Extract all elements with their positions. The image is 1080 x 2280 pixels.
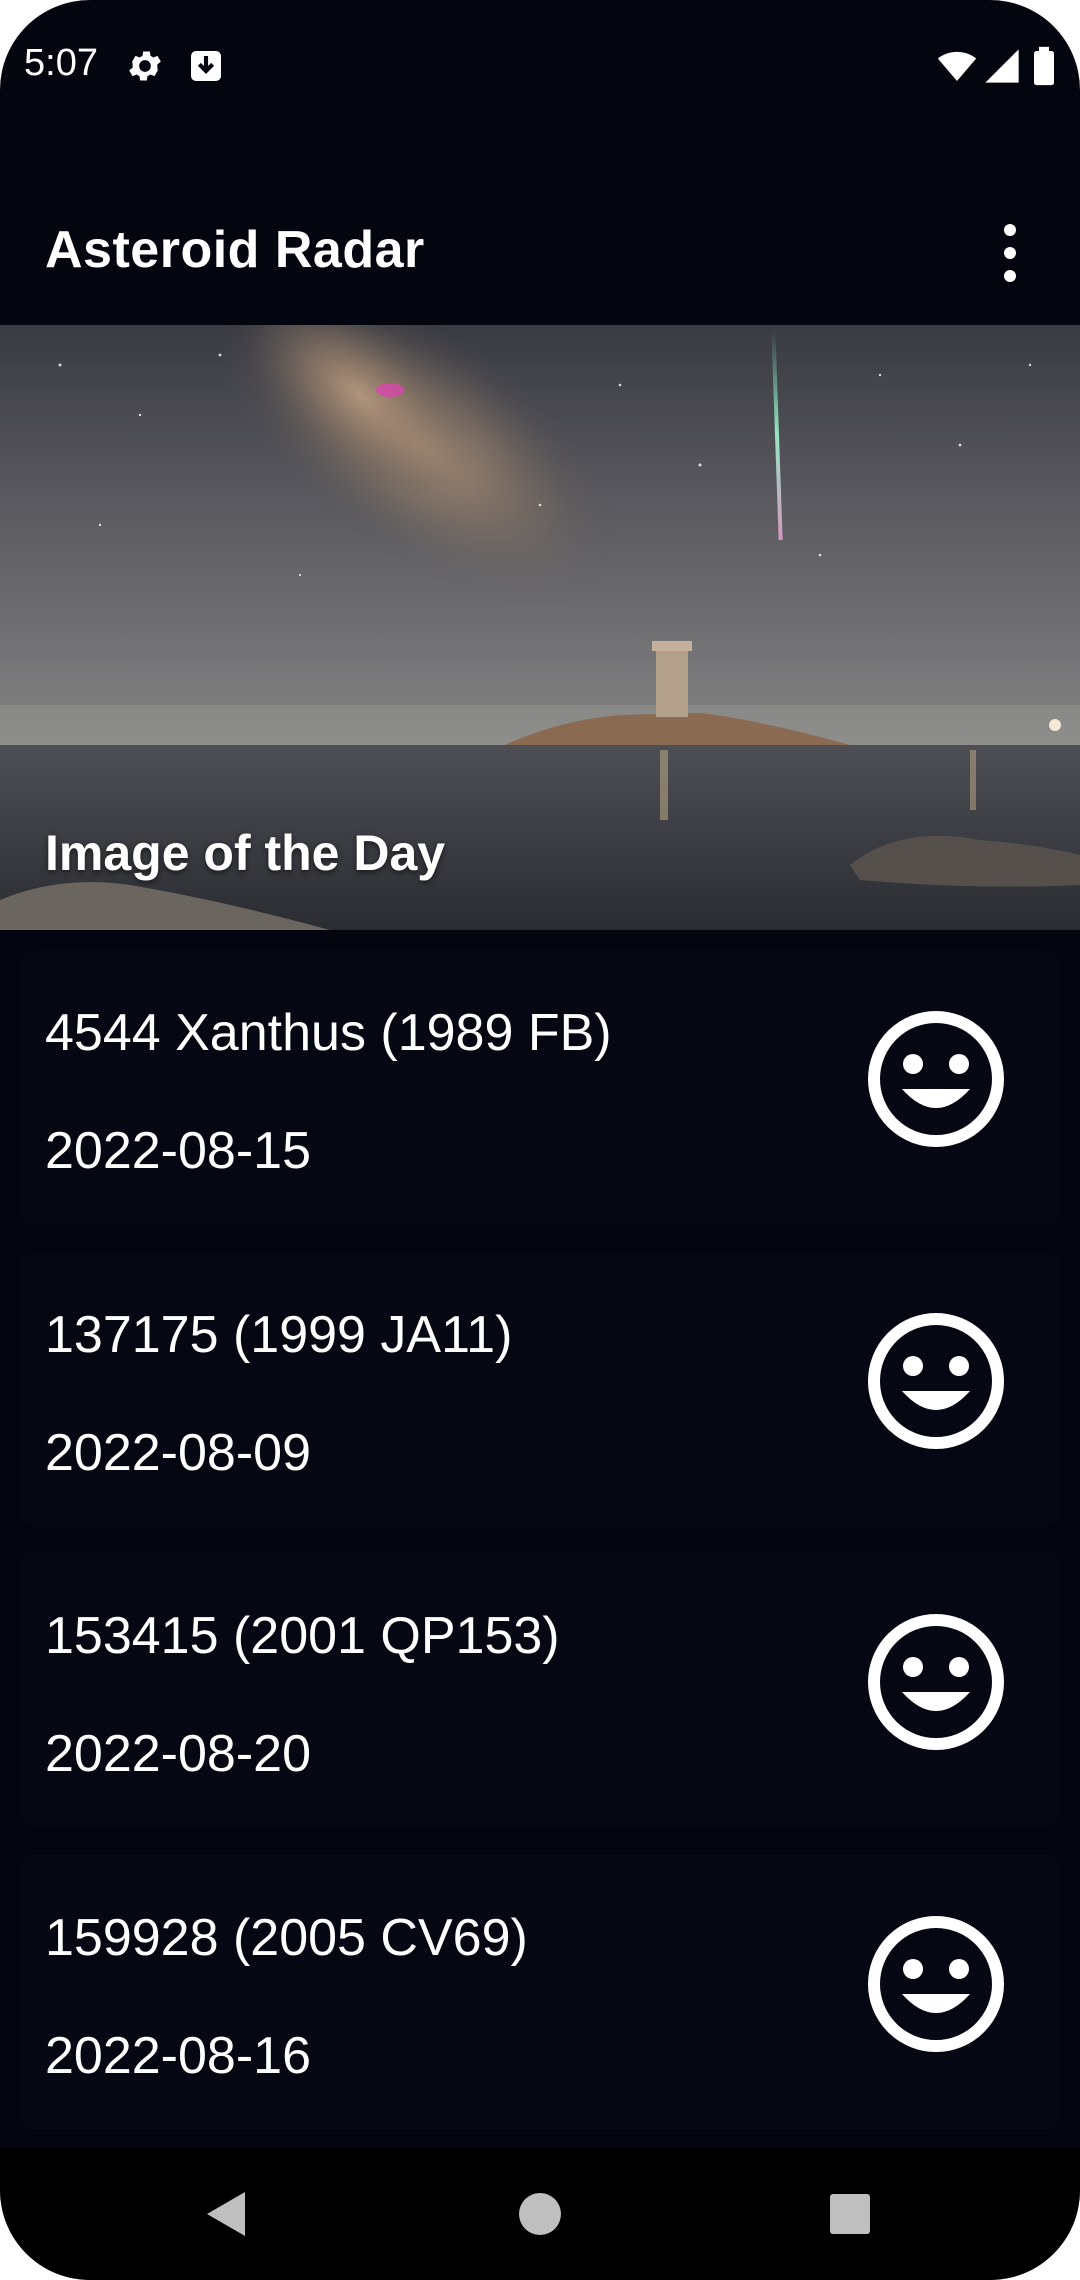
gear-icon	[125, 46, 165, 86]
more-vert-icon[interactable]	[980, 218, 1040, 288]
home-icon[interactable]	[500, 2174, 580, 2254]
list-item[interactable]: 153415 (2001 QP153) 2022-08-20	[22, 1554, 1058, 1826]
asteroid-name: 4544 Xanthus (1989 FB)	[45, 1004, 612, 1062]
signal-icon	[982, 46, 1022, 86]
smiley-icon	[866, 1009, 1006, 1149]
asteroid-list[interactable]: 4544 Xanthus (1989 FB) 2022-08-15 137175…	[0, 930, 1080, 2148]
asteroid-name: 159928 (2005 CV69)	[45, 1909, 528, 1967]
recents-icon[interactable]	[810, 2174, 890, 2254]
hero-caption: Image of the Day	[45, 825, 446, 881]
asteroid-date: 2022-08-20	[45, 1725, 311, 1783]
smiley-icon	[866, 1612, 1006, 1752]
app-title: Asteroid Radar	[45, 221, 425, 279]
back-icon[interactable]	[185, 2174, 265, 2254]
asteroid-name: 153415 (2001 QP153)	[45, 1607, 560, 1665]
battery-icon	[1030, 46, 1058, 86]
asteroid-date: 2022-08-15	[45, 1122, 311, 1180]
app-bar: Asteroid Radar	[0, 190, 1080, 325]
system-nav-bar	[0, 2148, 1080, 2280]
list-item[interactable]: 4544 Xanthus (1989 FB) 2022-08-15	[22, 951, 1058, 1223]
wifi-icon	[934, 46, 980, 86]
smiley-icon	[866, 1311, 1006, 1451]
phone-screen: 5:07 Asteroid Radar Image of the Day 454…	[0, 0, 1080, 2280]
download-icon	[186, 46, 226, 86]
image-of-the-day[interactable]: Image of the Day	[0, 325, 1080, 930]
asteroid-date: 2022-08-16	[45, 2027, 311, 2085]
status-bar: 5:07	[0, 0, 1080, 135]
list-item[interactable]: 137175 (1999 JA11) 2022-08-09	[22, 1253, 1058, 1525]
asteroid-name: 137175 (1999 JA11)	[45, 1306, 513, 1364]
list-item[interactable]: 159928 (2005 CV69) 2022-08-16	[22, 1856, 1058, 2128]
status-time: 5:07	[24, 42, 98, 84]
asteroid-date: 2022-08-09	[45, 1424, 311, 1482]
smiley-icon	[866, 1914, 1006, 2054]
